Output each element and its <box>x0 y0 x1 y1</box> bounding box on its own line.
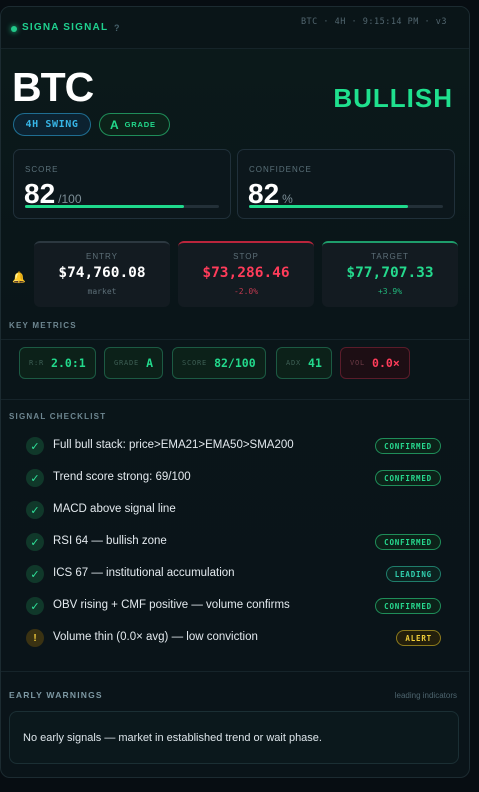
metric-chip-vol[interactable]: VOL 0.0× <box>340 347 410 379</box>
grade-letter: A <box>110 117 119 132</box>
score-label: SCORE <box>25 165 59 174</box>
checklist-item: ! Volume thin (0.0× avg) — low convictio… <box>1 629 469 661</box>
checklist-text: Full bull stack: price>EMA21>EMA50>SMA20… <box>53 439 294 451</box>
target-sub: +3.9% <box>377 287 403 296</box>
chip-value: 2.0:1 <box>51 356 86 370</box>
stop-sub: -2.0% <box>233 287 259 296</box>
live-indicator-icon <box>11 26 17 32</box>
entry-price: $74,760.08 <box>58 265 146 281</box>
chip-key: ADX <box>286 359 302 367</box>
checklist-text: Volume thin (0.0× avg) — low conviction <box>53 631 258 643</box>
metric-chip-adx[interactable]: ADX 41 <box>276 347 332 379</box>
check-icon: ✓ <box>26 469 44 487</box>
checklist-title: SIGNAL CHECKLIST <box>9 412 107 421</box>
chip-key: GRADE <box>114 359 140 367</box>
stop-price: $73,286.46 <box>202 265 290 281</box>
target-price: $77,707.33 <box>346 265 434 281</box>
key-metrics-title: KEY METRICS <box>9 321 77 330</box>
check-icon: ✓ <box>26 597 44 615</box>
early-warnings-title: EARLY WARNINGS <box>9 690 103 700</box>
header-meta: BTC · 4H · 9:15:14 PM · v3 <box>300 17 447 27</box>
score-card: SCORE 82/100 <box>13 149 231 219</box>
status-badge: CONFIRMED <box>375 598 441 614</box>
chip-value: 0.0× <box>372 356 400 370</box>
signal-panel: SIGNA SIGNAL ? BTC · 4H · 9:15:14 PM · v… <box>0 6 470 778</box>
chip-value: 82/100 <box>214 356 256 370</box>
status-badge: CONFIRMED <box>375 470 441 486</box>
ticker-symbol: BTC <box>12 64 94 110</box>
checklist-text: RSI 64 — bullish zone <box>53 535 167 547</box>
target-card: TARGET $77,707.33 +3.9% <box>322 241 458 307</box>
checklist-item: ✓ Trend score strong: 69/100 CONFIRMED <box>1 469 469 501</box>
stop-label: STOP <box>233 252 259 261</box>
checklist-text: Trend score strong: 69/100 <box>53 471 191 483</box>
checklist-item: ✓ MACD above signal line <box>1 501 469 533</box>
check-icon: ✓ <box>26 533 44 551</box>
early-warnings-note: leading indicators <box>394 691 457 700</box>
chip-key: VOL <box>350 359 366 367</box>
check-icon: ✓ <box>26 565 44 583</box>
alert-bell-icon[interactable]: 🔔 <box>12 271 26 284</box>
panel-header: SIGNA SIGNAL ? BTC · 4H · 9:15:14 PM · v… <box>1 7 469 49</box>
checklist-item: ✓ Full bull stack: price>EMA21>EMA50>SMA… <box>1 437 469 469</box>
chip-value: A <box>146 356 154 370</box>
confidence-card: CONFIDENCE 82% <box>237 149 455 219</box>
confidence-bar-fill <box>249 205 409 208</box>
chip-value: 41 <box>308 356 322 370</box>
grade-pill[interactable]: A GRADE <box>99 113 170 136</box>
chip-key: SCORE <box>182 359 208 367</box>
stop-card: STOP $73,286.46 -2.0% <box>178 241 314 307</box>
checklist-text: OBV rising + CMF positive — volume confi… <box>53 599 290 611</box>
metric-chip-score[interactable]: SCORE 82/100 <box>172 347 266 379</box>
chip-key: R:R <box>29 359 45 367</box>
checklist-item: ✓ ICS 67 — institutional accumulation LE… <box>1 565 469 597</box>
check-icon: ✓ <box>26 437 44 455</box>
status-badge: CONFIRMED <box>375 534 441 550</box>
score-bar <box>25 205 219 208</box>
confidence-bar <box>249 205 443 208</box>
metric-chip-rr[interactable]: R:R 2.0:1 <box>19 347 96 379</box>
checklist-text: MACD above signal line <box>53 503 176 515</box>
entry-label: ENTRY <box>86 252 118 261</box>
warning-icon: ! <box>26 629 44 647</box>
divider <box>1 399 469 400</box>
divider <box>1 671 469 672</box>
status-badge: LEADING <box>385 566 441 582</box>
metric-chip-grade[interactable]: GRADE A <box>104 347 164 379</box>
entry-card: ENTRY $74,760.08 market <box>34 241 170 307</box>
check-icon: ✓ <box>26 501 44 519</box>
target-label: TARGET <box>371 252 409 261</box>
brand-title: SIGNA SIGNAL <box>22 22 109 33</box>
score-bar-fill <box>25 205 185 208</box>
timeframe-pill[interactable]: 4H SWING <box>13 113 91 136</box>
checklist-text: ICS 67 — institutional accumulation <box>53 567 235 579</box>
status-badge: ALERT <box>396 630 441 646</box>
grade-label: GRADE <box>124 120 156 129</box>
signal-bias: BULLISH <box>333 83 453 113</box>
entry-sub: market <box>87 287 117 296</box>
status-badge: CONFIRMED <box>375 438 441 454</box>
checklist-item: ✓ RSI 64 — bullish zone CONFIRMED <box>1 533 469 565</box>
help-icon[interactable]: ? <box>114 23 120 33</box>
early-warnings-message: No early signals — market in established… <box>9 711 459 764</box>
divider <box>1 339 469 340</box>
confidence-label: CONFIDENCE <box>249 165 312 174</box>
checklist-item: ✓ OBV rising + CMF positive — volume con… <box>1 597 469 629</box>
